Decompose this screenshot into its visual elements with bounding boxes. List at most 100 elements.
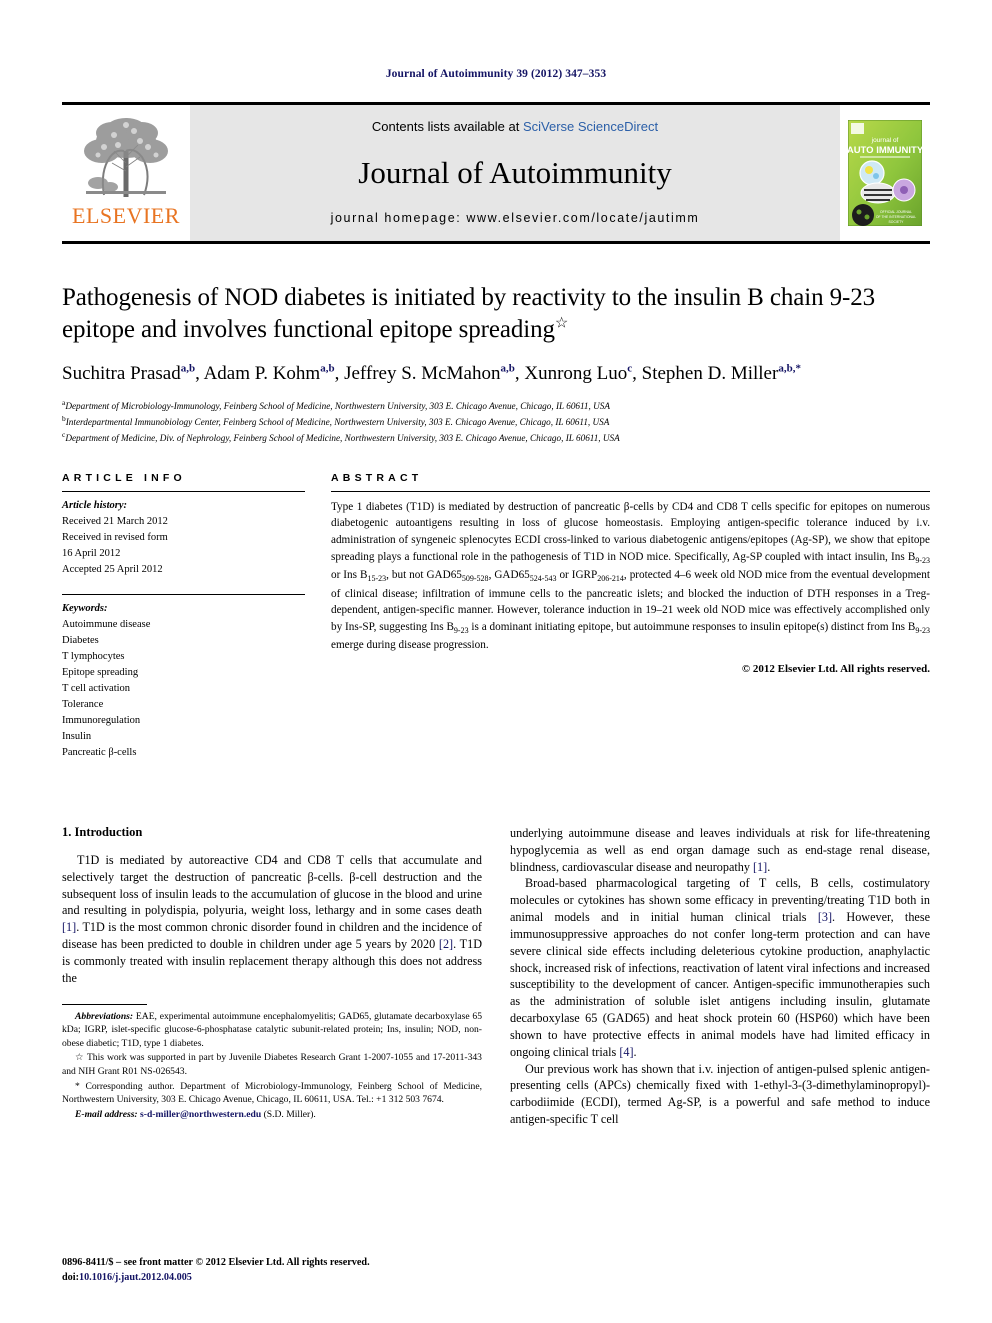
paragraph: underlying autoimmune disease and leaves… [510,825,930,874]
citation-link[interactable]: [2] [439,937,453,951]
article-info-column: ARTICLE INFO Article history: Received 2… [62,472,305,761]
author-affil-marker[interactable]: a,b [500,363,514,375]
keyword-item[interactable]: Pancreatic β-cells [62,745,305,761]
footnote-abbreviations: Abbreviations: EAE, experimental autoimm… [62,1010,482,1051]
author-name: Suchitra Prasad [62,363,181,384]
page-title: Pathogenesis of NOD diabetes is initiate… [62,282,930,345]
citation-link[interactable]: [1] [62,920,76,934]
author-separator: , [632,363,642,384]
page-footer: 0896-8411/$ – see front matter © 2012 El… [62,1256,370,1286]
funding-marker: ☆ [75,1052,85,1064]
citation-link[interactable]: [3] [818,910,832,924]
abstract-text: Type 1 diabetes (T1D) is mediated by des… [331,500,930,652]
author-item[interactable]: Suchitra Prasada,b [62,363,195,384]
footnote-email: E-mail address: s-d-miller@northwestern.… [62,1108,482,1122]
author-name: Stephen D. Miller [641,363,779,384]
article-history-label: Article history: [62,499,128,511]
epitope-subscript: 524-543 [529,574,557,584]
author-separator: , [195,363,204,384]
keyword-item[interactable]: Insulin [62,729,305,745]
title-block: Pathogenesis of NOD diabetes is initiate… [62,282,930,446]
author-affil-marker[interactable]: a,b,* [778,363,801,375]
author-item[interactable]: Stephen D. Millera,b,* [642,363,801,384]
history-item: 16 April 2012 [62,547,121,559]
svg-text:SOCIETY: SOCIETY [889,220,905,224]
affiliation-text: Department of Medicine, Div. of Nephrolo… [65,433,620,444]
title-footnote-marker[interactable]: ☆ [555,315,568,331]
paragraph: Our previous work has shown that i.v. in… [510,1061,930,1127]
section-heading-introduction: 1. Introduction [62,824,143,839]
elsevier-wordmark: ELSEVIER [72,203,180,228]
copyright-notice: © 2012 Elsevier Ltd. All rights reserved… [741,663,930,676]
doi-label: doi: [62,1272,79,1284]
keyword-item[interactable]: Epitope spreading [62,665,305,681]
author-list: Suchitra Prasada,b, Adam P. Kohma,b, Jef… [62,362,930,386]
journal-cover-image: journal of AUTO IMMUNITY OFFICIAL JOURNA… [848,120,922,226]
paragraph: T1D is mediated by autoreactive CD4 and … [62,852,482,985]
abbreviations-label: Abbreviations: [75,1010,134,1022]
article-title-text: Pathogenesis of NOD diabetes is initiate… [62,284,876,343]
author-item[interactable]: Adam P. Kohma,b [204,363,335,384]
footnote-divider [62,1003,147,1005]
corresponding-marker: * [75,1080,80,1092]
author-name: Adam P. Kohm [203,363,321,384]
history-item: Received in revised form [62,531,168,543]
svg-text:OF THE INTERNATIONAL: OF THE INTERNATIONAL [876,215,916,219]
info-abstract-row: ARTICLE INFO Article history: Received 2… [62,472,930,761]
journal-masthead: ELSEVIER Contents lists available at Sci… [62,102,930,244]
funding-text: This work was supported in part by Juven… [62,1052,482,1078]
footnotes-block: Abbreviations: EAE, experimental autoimm… [62,1003,482,1122]
email-label: E-mail address: [75,1108,138,1120]
abstract-column: ABSTRACT Type 1 diabetes (T1D) is mediat… [331,472,930,761]
body-column-right: underlying autoimmune disease and leaves… [510,825,930,1128]
issn-line: 0896-8411/$ – see front matter © 2012 El… [62,1257,370,1269]
journal-homepage-line[interactable]: journal homepage: www.elsevier.com/locat… [331,211,700,225]
affiliation-list: aDepartment of Microbiology-Immunology, … [62,397,930,446]
keyword-item[interactable]: Autoimmune disease [62,617,305,633]
abstract-heading: ABSTRACT [331,471,423,484]
article-info-heading: ARTICLE INFO [62,471,186,484]
affiliation-text: Department of Microbiology-Immunology, F… [65,400,610,411]
sciencedirect-link[interactable]: SciVerse ScienceDirect [523,119,658,134]
author-separator: , [514,363,525,384]
author-item[interactable]: Xunrong Luoc [524,363,632,384]
article-history-block: Article history: Received 21 March 2012 … [62,492,305,578]
masthead-center: Contents lists available at SciVerse Sci… [190,105,840,241]
keywords-label: Keywords: [62,603,108,615]
svg-text:OFFICIAL JOURNAL: OFFICIAL JOURNAL [880,210,912,214]
email-owner: (S.D. Miller). [263,1108,316,1120]
epitope-subscript: 9-23 [915,556,930,566]
keyword-item[interactable]: T cell activation [62,681,305,697]
history-item: Received 21 March 2012 [62,515,168,527]
author-affil-marker[interactable]: a,b [320,363,334,375]
affiliation-item: bInterdepartmental Immunobiology Center,… [62,413,930,429]
author-name: Jeffrey S. McMahon [344,363,501,384]
keyword-item[interactable]: Tolerance [62,697,305,713]
doi-link[interactable]: 10.1016/j.jaut.2012.04.005 [79,1272,192,1283]
affiliation-text: Interdepartmental Immunobiology Center, … [65,417,610,428]
footnote-corresponding-author: * Corresponding author. Department of Mi… [62,1080,482,1107]
citation-link[interactable]: [4] [619,1045,633,1059]
author-item[interactable]: Jeffrey S. McMahona,b [344,363,515,384]
keyword-item[interactable]: T lymphocytes [62,649,305,665]
doi-line: doi:10.1016/j.jaut.2012.04.005 [62,1271,370,1286]
svg-text:journal of: journal of [871,137,899,144]
body-column-left: 1. Introduction T1D is mediated by autor… [62,825,482,1128]
keyword-item[interactable]: Immunoregulation [62,713,305,729]
author-name: Xunrong Luo [524,363,628,384]
journal-title: Journal of Autoimmunity [358,155,672,190]
journal-cover-thumbnail[interactable]: journal of AUTO IMMUNITY OFFICIAL JOURNA… [840,105,930,241]
citation-link[interactable]: [1] [753,860,767,874]
article-page: Journal of Autoimmunity 39 (2012) 347–35… [0,0,992,1323]
email-link[interactable]: s-d-miller@northwestern.edu [140,1109,261,1120]
body-columns: 1. Introduction T1D is mediated by autor… [62,825,930,1128]
running-head: Journal of Autoimmunity 39 (2012) 347–35… [385,68,607,80]
history-item: Accepted 25 April 2012 [62,563,163,575]
author-separator: , [334,363,345,384]
epitope-subscript: 9-23 [915,626,930,636]
author-affil-marker[interactable]: a,b [181,363,195,375]
epitope-subscript: 206-214 [597,574,624,584]
contents-prefix: Contents lists available at [371,119,523,134]
keyword-item[interactable]: Diabetes [62,633,305,649]
